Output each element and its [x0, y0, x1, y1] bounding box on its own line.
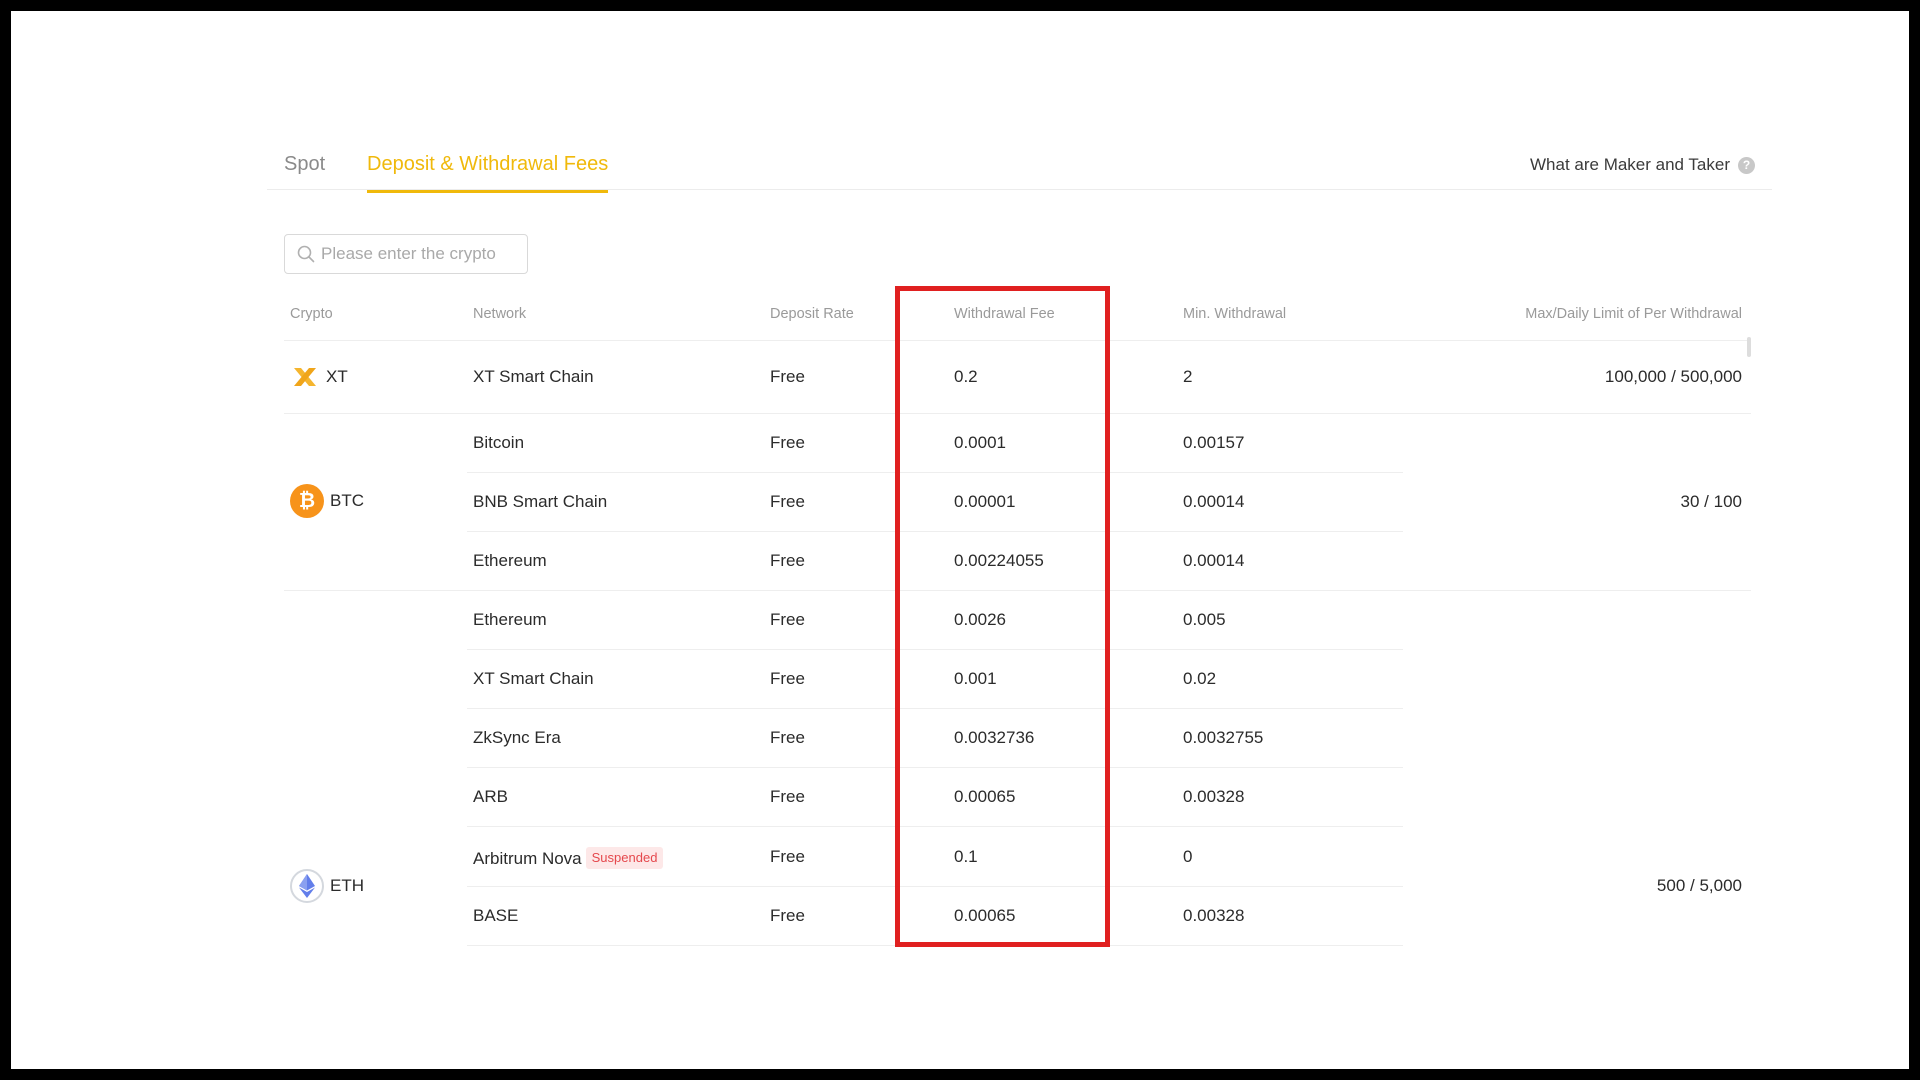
withdrawal-fee-cell: 0.1 — [954, 847, 978, 866]
network-cell: XT Smart Chain — [473, 367, 594, 386]
deposit-rate-cell: Free — [770, 906, 805, 925]
limit-cell-btc: 30 / 100 — [1680, 492, 1742, 511]
withdrawal-fee-cell: 0.2 — [954, 367, 978, 386]
group-divider — [284, 590, 1751, 591]
help-link-label: What are Maker and Taker — [1530, 155, 1730, 174]
network-cell: ZkSync Era — [473, 728, 561, 747]
withdrawal-fee-cell: 0.001 — [954, 669, 997, 688]
min-withdrawal-cell: 0.0032755 — [1183, 728, 1264, 747]
row-divider — [467, 531, 1403, 532]
crypto-search-box[interactable] — [284, 234, 528, 274]
table-scrollbar[interactable] — [1747, 337, 1751, 357]
deposit-rate-cell: Free — [770, 728, 805, 747]
row-divider — [467, 767, 1403, 768]
deposit-rate-cell: Free — [770, 492, 805, 511]
question-circle-icon[interactable]: ? — [1738, 156, 1755, 174]
deposit-rate-cell: Free — [770, 433, 805, 452]
column-header-max-daily-limit: Max/Daily Limit of Per Withdrawal — [1525, 306, 1742, 322]
min-withdrawal-cell: 0.00157 — [1183, 433, 1245, 452]
withdrawal-fee-cell: 0.00001 — [954, 492, 1016, 511]
tab-bar: Spot Deposit & Withdrawal Fees What are … — [267, 133, 1772, 193]
crypto-cell-xt: XT — [290, 362, 348, 392]
column-header-crypto: Crypto — [290, 306, 333, 322]
min-withdrawal-cell: 0 — [1183, 847, 1193, 866]
crypto-search-input[interactable] — [321, 244, 521, 264]
min-withdrawal-cell: 2 — [1183, 367, 1193, 386]
min-withdrawal-cell: 0.00328 — [1183, 906, 1245, 925]
network-cell: XT Smart Chain — [473, 669, 594, 688]
deposit-rate-cell: Free — [770, 367, 805, 386]
row-divider — [467, 649, 1403, 650]
limit-cell-eth: 500 / 5,000 — [1656, 876, 1742, 895]
tab-spot[interactable]: Spot — [284, 153, 325, 190]
row-divider — [467, 886, 1403, 887]
min-withdrawal-cell: 0.00328 — [1183, 787, 1245, 806]
network-cell: Ethereum — [473, 610, 547, 629]
crypto-name: XT — [326, 367, 348, 386]
column-header-network: Network — [473, 306, 527, 322]
crypto-name: BTC — [330, 491, 364, 510]
withdrawal-fee-cell: 0.00065 — [954, 787, 1016, 806]
column-header-min-withdrawal: Min. Withdrawal — [1183, 306, 1287, 322]
min-withdrawal-cell: 0.00014 — [1183, 551, 1245, 570]
row-divider — [467, 708, 1403, 709]
network-cell: Bitcoin — [473, 433, 525, 452]
limit-cell-xt: 100,000 / 500,000 — [1604, 367, 1742, 386]
group-divider — [284, 413, 1751, 414]
row-divider — [467, 472, 1403, 473]
min-withdrawal-cell: 0.00014 — [1183, 492, 1245, 511]
withdrawal-fee-cell: 0.0001 — [954, 433, 1006, 452]
withdrawal-fee-cell: 0.0032736 — [954, 728, 1035, 747]
network-cell: BNB Smart Chain — [473, 492, 608, 511]
deposit-rate-cell: Free — [770, 669, 805, 688]
row-divider — [467, 945, 1403, 946]
deposit-rate-cell: Free — [770, 847, 805, 866]
ethereum-icon — [290, 869, 324, 903]
withdrawal-fee-cell: 0.00065 — [954, 906, 1016, 925]
search-icon — [297, 245, 315, 263]
withdrawal-fee-cell: 0.00224055 — [954, 551, 1044, 570]
min-withdrawal-cell: 0.02 — [1183, 669, 1217, 688]
bitcoin-icon: ₿ — [290, 484, 324, 518]
min-withdrawal-cell: 0.005 — [1183, 610, 1226, 629]
crypto-cell-btc: ₿ BTC — [290, 484, 364, 518]
row-divider — [467, 826, 1403, 827]
xt-logo-icon — [294, 368, 316, 386]
deposit-rate-cell: Free — [770, 787, 805, 806]
withdrawal-fee-cell: 0.0026 — [954, 610, 1006, 629]
network-cell: Arbitrum Nova Suspended — [473, 847, 664, 869]
network-cell: BASE — [473, 906, 519, 925]
header-divider — [284, 340, 1751, 341]
crypto-name: ETH — [330, 876, 364, 895]
tab-deposit-withdrawal-fees[interactable]: Deposit & Withdrawal Fees — [367, 153, 609, 193]
crypto-cell-eth: ETH — [290, 869, 364, 903]
network-cell: Ethereum — [473, 551, 547, 570]
column-header-deposit-rate: Deposit Rate — [770, 306, 854, 322]
column-header-withdrawal-fee: Withdrawal Fee — [954, 306, 1055, 322]
screen: Spot Deposit & Withdrawal Fees What are … — [11, 11, 1909, 1069]
deposit-rate-cell: Free — [770, 551, 805, 570]
deposit-rate-cell: Free — [770, 610, 805, 629]
network-name: Arbitrum Nova — [473, 849, 582, 868]
fees-panel: Spot Deposit & Withdrawal Fees What are … — [267, 133, 1772, 955]
suspended-badge: Suspended — [585, 847, 664, 869]
maker-taker-help-link[interactable]: What are Maker and Taker ? — [1530, 155, 1755, 175]
network-cell: ARB — [473, 787, 508, 806]
